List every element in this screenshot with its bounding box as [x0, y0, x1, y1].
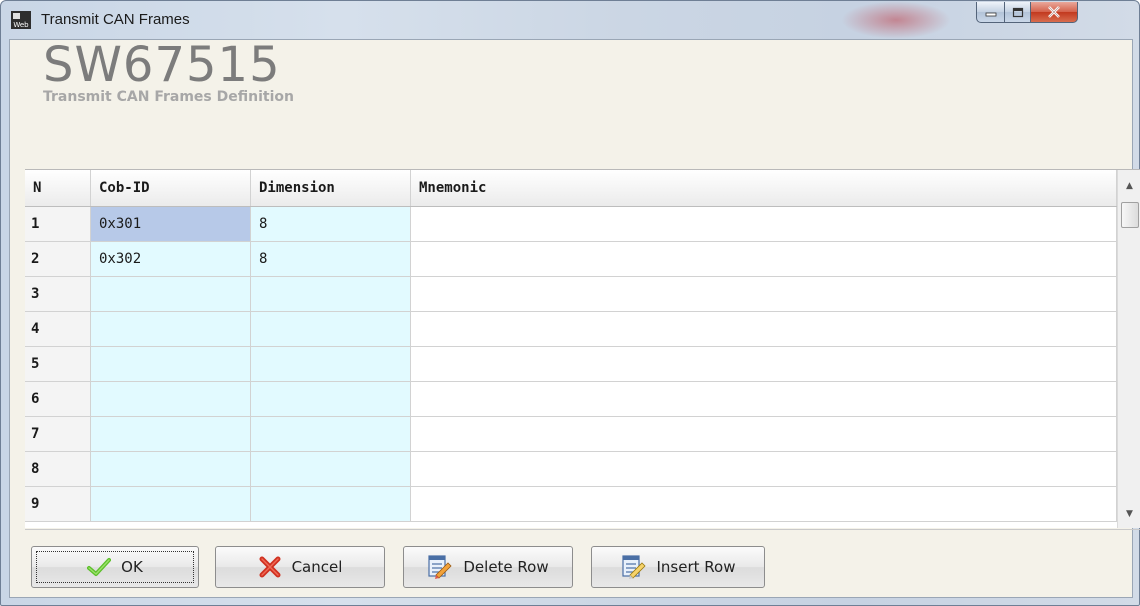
maximize-button[interactable] [1004, 2, 1031, 23]
mnemonic-cell[interactable] [411, 417, 1117, 452]
checkmark-icon [87, 557, 112, 577]
cob-id-cell[interactable]: 0x302 [91, 242, 251, 277]
title-bar-glow [841, 1, 951, 39]
ok-button[interactable]: OK [31, 546, 199, 588]
frames-table[interactable]: N Cob-ID Dimension Mnemonic 1 0x301 8 2 0x30… [25, 169, 1140, 528]
delete-row-button-label: Delete Row [463, 558, 549, 576]
cob-id-cell[interactable] [91, 312, 251, 347]
mnemonic-cell[interactable] [411, 487, 1117, 522]
mnemonic-cell[interactable] [411, 277, 1117, 312]
mnemonic-cell[interactable] [411, 312, 1117, 347]
mnemonic-cell[interactable] [411, 347, 1117, 382]
dimension-cell[interactable] [251, 277, 411, 312]
column-header-n[interactable]: N [25, 170, 91, 206]
minimize-button[interactable] [976, 2, 1005, 23]
ok-button-label: OK [121, 558, 143, 576]
insert-row-icon [621, 554, 647, 580]
title-bar[interactable]: Web Transmit CAN Frames [1, 1, 1139, 39]
cob-id-cell[interactable] [91, 452, 251, 487]
button-bar: OK Cancel Delete Row Insert Row [25, 529, 1140, 590]
row-number-cell[interactable]: 8 [25, 452, 91, 487]
dimension-cell[interactable]: 8 [251, 207, 411, 242]
row-number-cell[interactable]: 3 [25, 277, 91, 312]
row-number-cell[interactable]: 9 [25, 487, 91, 522]
page-subtitle: Transmit CAN Frames Definition [43, 89, 294, 105]
dimension-cell[interactable] [251, 417, 411, 452]
web-app-icon: Web [11, 11, 31, 29]
red-x-icon [258, 555, 282, 579]
dimension-cell[interactable] [251, 382, 411, 417]
row-number-cell[interactable]: 6 [25, 382, 91, 417]
dimension-cell[interactable] [251, 487, 411, 522]
cob-id-cell[interactable] [91, 487, 251, 522]
close-button[interactable] [1030, 2, 1078, 23]
column-header-cob-id[interactable]: Cob-ID [91, 170, 251, 206]
dimension-cell[interactable] [251, 347, 411, 382]
maximize-icon [1012, 7, 1023, 17]
window-title: Transmit CAN Frames [41, 11, 190, 28]
insert-row-button-label: Insert Row [656, 558, 736, 576]
close-icon [1048, 6, 1060, 18]
page-title: SW67515 [43, 37, 281, 93]
cob-id-cell[interactable] [91, 347, 251, 382]
mnemonic-cell[interactable] [411, 382, 1117, 417]
minimize-icon [985, 12, 996, 17]
cancel-button-label: Cancel [291, 558, 343, 576]
column-header-dimension[interactable]: Dimension [251, 170, 411, 206]
cob-id-cell[interactable] [91, 277, 251, 312]
mnemonic-cell[interactable] [411, 452, 1117, 487]
app-window: Web Transmit CAN Frames SW67515 Transmit… [0, 0, 1140, 606]
dimension-cell[interactable] [251, 312, 411, 347]
table-header: N Cob-ID Dimension Mnemonic [25, 170, 1117, 207]
row-number-cell[interactable]: 4 [25, 312, 91, 347]
row-number-cell[interactable]: 2 [25, 242, 91, 277]
cob-id-cell[interactable]: 0x301 [91, 207, 251, 242]
row-number-cell[interactable]: 5 [25, 347, 91, 382]
dimension-cell[interactable] [251, 452, 411, 487]
scroll-down-icon[interactable]: ▼ [1118, 504, 1140, 524]
cob-id-cell[interactable] [91, 417, 251, 452]
delete-row-button[interactable]: Delete Row [403, 546, 573, 588]
row-number-cell[interactable]: 1 [25, 207, 91, 242]
insert-row-button[interactable]: Insert Row [591, 546, 765, 588]
column-header-mnemonic[interactable]: Mnemonic [411, 170, 1117, 206]
delete-row-icon [427, 554, 453, 580]
cancel-button[interactable]: Cancel [215, 546, 385, 588]
focus-rectangle [36, 551, 194, 583]
scroll-thumb[interactable] [1121, 202, 1139, 228]
vertical-scrollbar[interactable]: ▲ ▼ [1117, 170, 1140, 528]
dimension-cell[interactable]: 8 [251, 242, 411, 277]
cob-id-cell[interactable] [91, 382, 251, 417]
mnemonic-cell[interactable] [411, 242, 1117, 277]
mnemonic-cell[interactable] [411, 207, 1117, 242]
row-number-cell[interactable]: 7 [25, 417, 91, 452]
svg-text:Web: Web [13, 21, 29, 29]
scroll-up-icon[interactable]: ▲ [1118, 176, 1140, 196]
